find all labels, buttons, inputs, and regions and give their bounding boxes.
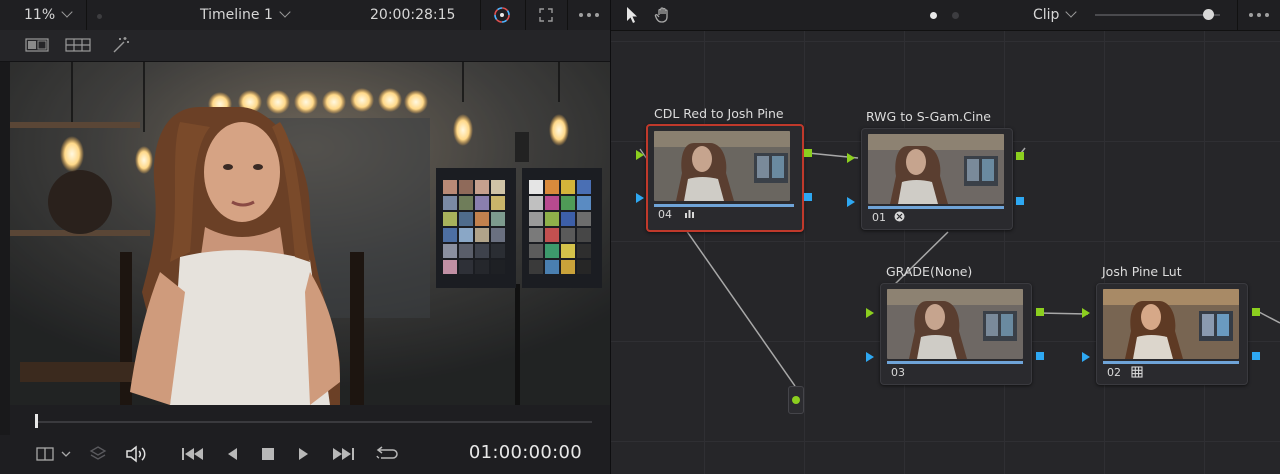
- page-indicator-active[interactable]: [926, 10, 940, 20]
- node-04-thumbnail: [654, 131, 790, 201]
- timeline-name: Timeline 1: [200, 7, 273, 23]
- go-to-last-frame-icon[interactable]: [330, 444, 356, 464]
- bars-icon: [684, 208, 695, 219]
- zoom-dropdown[interactable]: 11%: [24, 0, 73, 30]
- go-to-first-frame-icon[interactable]: [180, 444, 206, 464]
- node-02[interactable]: 02: [1096, 283, 1248, 385]
- node-04-label: CDL Red to Josh Pine: [654, 106, 784, 121]
- node-04-alpha-output[interactable]: [804, 193, 812, 201]
- node-01-alpha-output[interactable]: [1016, 197, 1024, 205]
- junction-port[interactable]: [792, 396, 800, 404]
- node-02-number: 02: [1107, 366, 1121, 379]
- zoom-slider-handle[interactable]: [1203, 9, 1214, 20]
- viewer-left-rail: [0, 62, 10, 474]
- node-03-thumbnail: [887, 289, 1023, 359]
- speaker-icon[interactable]: [124, 444, 148, 464]
- node-04-alpha-input[interactable]: [636, 193, 644, 203]
- pointer-tool-icon[interactable]: [622, 4, 642, 26]
- node-connections: [639, 147, 1280, 387]
- node-03-alpha-input[interactable]: [866, 352, 874, 362]
- node-02-alpha-input[interactable]: [1082, 352, 1090, 362]
- play-icon[interactable]: [294, 444, 314, 464]
- viewer-mode-dropdown[interactable]: [34, 445, 74, 463]
- node-02-rgb-input[interactable]: [1082, 308, 1090, 318]
- node-02-label: Josh Pine Lut: [1102, 264, 1182, 279]
- viewer-options-icon[interactable]: [574, 5, 604, 25]
- node-03[interactable]: 03: [880, 283, 1032, 385]
- node-04-number: 04: [658, 208, 672, 221]
- transport-controls: 01:00:00:00: [0, 435, 610, 474]
- viewer-frame-image[interactable]: [10, 62, 610, 405]
- fullscreen-icon[interactable]: [535, 5, 557, 25]
- viewer-dot-indicator: [97, 0, 102, 30]
- node-01-rgb-output[interactable]: [1016, 152, 1024, 160]
- playhead[interactable]: [35, 414, 38, 428]
- node-04[interactable]: 04: [646, 124, 804, 232]
- node-02-thumbnail: [1103, 289, 1239, 359]
- hand-tool-icon[interactable]: [652, 4, 674, 26]
- node-03-alpha-output[interactable]: [1036, 352, 1044, 360]
- node-02-alpha-output[interactable]: [1252, 352, 1260, 360]
- cube-icon: [894, 211, 905, 222]
- grid-icon: [1131, 366, 1143, 378]
- node-graph[interactable]: CDL Red to Josh Pine 04 RWG to S-Gam.Cin…: [611, 31, 1280, 474]
- nodegraph-options-icon[interactable]: [1244, 5, 1274, 25]
- node-01-label: RWG to S-Gam.Cine: [866, 109, 991, 124]
- node-04-rgb-output[interactable]: [804, 149, 812, 157]
- chevron-down-icon: [1065, 6, 1078, 18]
- node-03-rgb-output[interactable]: [1036, 308, 1044, 316]
- record-timecode: 01:00:00:00: [468, 442, 582, 463]
- node-01[interactable]: 01: [861, 128, 1013, 230]
- magic-wand-icon[interactable]: [108, 34, 134, 56]
- node-03-number: 03: [891, 366, 905, 379]
- node-03-rgb-input[interactable]: [866, 308, 874, 318]
- mode-label: Clip: [1033, 7, 1060, 23]
- color-wheel-icon[interactable]: [490, 4, 514, 26]
- gallery-grid-icon[interactable]: [64, 36, 92, 54]
- chevron-down-icon: [61, 6, 73, 18]
- source-timecode: 20:00:28:15: [370, 7, 456, 23]
- node-01-thumbnail: [868, 134, 1004, 204]
- node-01-number: 01: [872, 211, 886, 224]
- mode-dropdown[interactable]: Clip: [1033, 0, 1078, 30]
- node-04-rgb-input[interactable]: [636, 150, 644, 160]
- chevron-down-icon: [279, 6, 291, 18]
- scrub-track[interactable]: [36, 421, 592, 423]
- node-01-rgb-input[interactable]: [847, 153, 855, 163]
- layers-icon[interactable]: [88, 444, 108, 464]
- stop-icon[interactable]: [258, 444, 278, 464]
- top-toolbar: 11% Timeline 1 20:00:28:15 Clip: [0, 0, 1280, 31]
- timeline-dropdown[interactable]: Timeline 1: [200, 0, 291, 30]
- loop-icon[interactable]: [372, 444, 400, 464]
- zoom-slider-track[interactable]: [1095, 14, 1220, 16]
- node-01-alpha-input[interactable]: [847, 197, 855, 207]
- junction-node[interactable]: [788, 386, 804, 414]
- page-indicator-inactive[interactable]: [948, 10, 962, 20]
- step-back-icon[interactable]: [222, 444, 242, 464]
- node-02-rgb-output[interactable]: [1252, 308, 1260, 316]
- node-03-label: GRADE(None): [886, 264, 973, 279]
- scrub-bar[interactable]: [10, 405, 610, 435]
- zoom-value: 11%: [24, 7, 56, 23]
- split-screen-icon[interactable]: [24, 36, 50, 54]
- viewer-subtoolbar: [0, 30, 610, 62]
